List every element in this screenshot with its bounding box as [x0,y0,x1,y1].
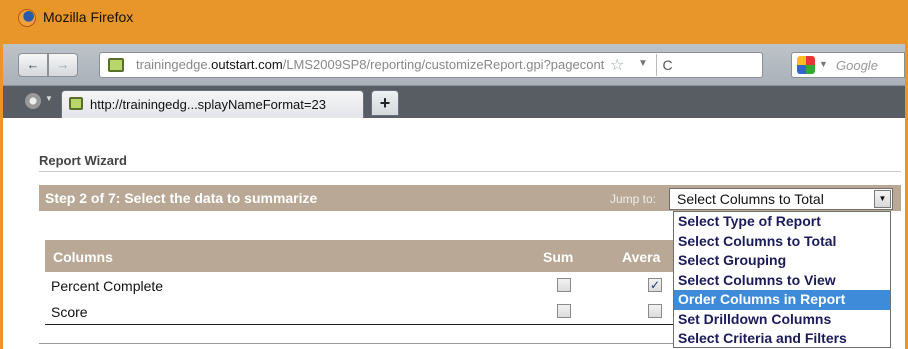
tab-bar: ▼ http://trainingedg...splayNameFormat=2… [3,86,905,118]
jump-to-selected-value: Select Columns to Total [677,191,824,207]
page-title: Report Wizard [39,153,127,168]
average-checkbox[interactable] [648,304,662,318]
google-search-engine-icon[interactable] [797,56,815,74]
url-history-dropdown-icon[interactable]: ▼ [638,58,648,69]
row-label: Percent Complete [51,278,164,294]
sum-checkbox[interactable] [557,278,571,292]
jump-option-order-columns[interactable]: Order Columns in Report [674,290,890,310]
app-menu-dropdown-icon[interactable]: ▼ [45,94,53,103]
bookmark-star-icon[interactable]: ☆ [610,55,624,75]
page-content: Report Wizard Step 2 of 7: Select the da… [3,118,905,349]
address-bar[interactable]: trainingedge.outstart.com/LMS2009SP8/rep… [99,52,763,78]
header-sum: Sum [543,249,574,265]
new-tab-button[interactable]: + [371,90,399,116]
tab-title: http://trainingedg...splayNameFormat=23 [90,97,326,112]
jump-option-type-of-report[interactable]: Select Type of Report [674,212,890,232]
average-checkbox[interactable]: ✓ [648,278,662,292]
tab-favicon-icon [69,97,83,110]
url-text[interactable]: trainingedge.outstart.com/LMS2009SP8/rep… [136,57,606,72]
jump-option-drilldown-columns[interactable]: Set Drilldown Columns [674,310,890,330]
back-button[interactable]: ← [18,53,48,77]
navigation-toolbar: ← → trainingedge.outstart.com/LMS2009SP8… [3,44,905,86]
title-divider [39,171,901,172]
tab-active[interactable]: http://trainingedg...splayNameFormat=23 [61,90,364,118]
url-domain: outstart.com [211,57,283,72]
search-engine-dropdown-icon[interactable]: ▼ [819,59,828,69]
table-row: Score [45,300,695,325]
table-header: Columns Sum Avera [45,240,695,272]
header-average: Avera [622,249,661,265]
jump-to-select[interactable]: Select Columns to Total ▼ [669,188,893,210]
jump-option-columns-to-total[interactable]: Select Columns to Total [674,232,890,252]
chevron-down-icon[interactable]: ▼ [874,190,891,208]
forward-button[interactable]: → [48,53,78,77]
search-placeholder: Google [836,58,878,73]
site-identity-icon[interactable] [108,58,124,72]
window-title: Mozilla Firefox [43,9,134,25]
url-path: /LMS2009SP8/reporting/customizeReport.gp… [282,57,605,72]
browser-window: Mozilla Firefox ← → trainingedge.outstar… [0,0,908,349]
reload-button[interactable]: C [656,54,678,76]
step-title: Step 2 of 7: Select the data to summariz… [45,190,318,206]
jump-to-dropdown-list: Select Type of Report Select Columns to … [673,211,891,348]
jump-option-columns-to-view[interactable]: Select Columns to View [674,271,890,291]
jump-option-criteria-filters[interactable]: Select Criteria and Filters [674,329,890,349]
sum-checkbox[interactable] [557,304,571,318]
jump-option-grouping[interactable]: Select Grouping [674,251,890,271]
app-menu-icon[interactable] [25,93,41,109]
url-prefix: trainingedge. [136,57,212,72]
row-label: Score [51,304,88,320]
firefox-logo-icon [18,9,36,27]
jump-to-label: Jump to: [610,192,657,206]
search-box[interactable]: ▼ Google [791,52,905,78]
table-row: Percent Complete ✓ [45,274,695,298]
table-bottom-divider [39,343,679,344]
title-bar: Mozilla Firefox [3,0,905,44]
header-columns: Columns [53,249,113,265]
